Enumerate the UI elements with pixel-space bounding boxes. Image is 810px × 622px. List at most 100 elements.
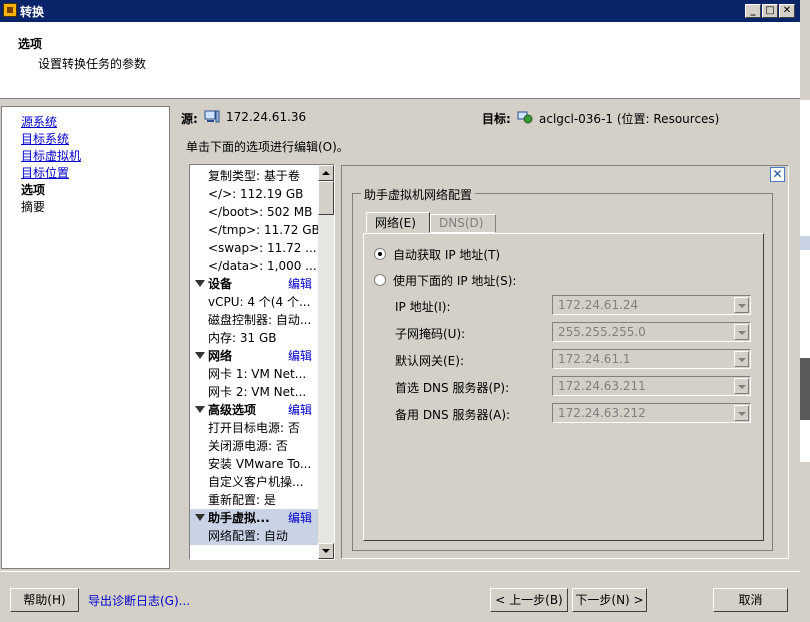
tree-item[interactable]: 内存: 31 GB: [190, 329, 318, 347]
tree-scrollbar[interactable]: [318, 165, 334, 559]
tree-item-label: 打开目标电源: 否: [208, 421, 300, 435]
group-title: 助手虚拟机网络配置: [361, 186, 476, 203]
collapse-triangle-icon[interactable]: [195, 352, 205, 359]
tree-section[interactable]: 设备 编辑: [190, 275, 318, 293]
tree-item-label: 自定义客户机操...: [208, 475, 304, 489]
chevron-down-icon[interactable]: [734, 324, 749, 340]
target-info: 目标: aclgcl-036-1 (位置: Resources): [482, 110, 719, 127]
tree-section-label: 助手虚拟...: [208, 511, 270, 525]
tree-item[interactable]: </data>: 1,000 ...: [190, 257, 318, 275]
tree-item-label: 安装 VMware To...: [208, 457, 312, 471]
app-icon: [3, 3, 17, 17]
tree-item-label: 内存: 31 GB: [208, 331, 277, 345]
target-value: aclgcl-036-1 (位置: Resources): [539, 112, 720, 126]
edit-link[interactable]: 编辑: [288, 347, 312, 365]
source-info: 源: 172.24.61.36: [181, 110, 306, 127]
page-subtitle: 设置转换任务的参数: [38, 57, 147, 71]
nav-step-target-system[interactable]: 目标系统: [21, 130, 69, 147]
edit-link[interactable]: 编辑: [288, 275, 312, 293]
tree-item[interactable]: 网卡 2: VM Net...: [190, 383, 318, 401]
maximize-button[interactable]: □: [762, 4, 778, 18]
tab-network[interactable]: 网络(E): [366, 212, 430, 233]
title-bar: 转换 _ □ ✕: [0, 0, 800, 22]
tree-section[interactable]: 网络 编辑: [190, 347, 318, 365]
nav-step-target-location[interactable]: 目标位置: [21, 164, 69, 181]
default-gateway-label: 默认网关(E):: [395, 354, 464, 368]
page-title: 选项: [18, 37, 43, 51]
computer-icon: [204, 110, 220, 123]
edit-link[interactable]: 编辑: [288, 509, 312, 527]
tab-dns[interactable]: DNS(D): [430, 214, 496, 233]
next-button[interactable]: 下一步(N) >: [572, 588, 647, 612]
instruction-text: 单击下面的选项进行编辑(O)。: [186, 140, 349, 154]
tree-item[interactable]: </boot>: 502 MB: [190, 203, 318, 221]
vm-host-icon: [517, 111, 533, 124]
subnet-mask-field[interactable]: 255.255.255.0: [552, 322, 751, 342]
preferred-dns-value: 172.24.63.211: [558, 379, 646, 393]
tree-section[interactable]: 助手虚拟... 编辑: [190, 509, 318, 527]
collapse-triangle-icon[interactable]: [195, 406, 205, 413]
tree-section[interactable]: 高级选项 编辑: [190, 401, 318, 419]
source-label: 源:: [181, 112, 198, 126]
tree-item[interactable]: 打开目标电源: 否: [190, 419, 318, 437]
tree-section-label: 设备: [208, 277, 233, 291]
nav-step-target-vm[interactable]: 目标虚拟机: [21, 147, 81, 164]
wizard-header: 选项 设置转换任务的参数: [0, 22, 800, 99]
tree-item[interactable]: 网络配置: 自动: [190, 527, 318, 545]
radio-manual-ip[interactable]: [374, 274, 386, 286]
scroll-down-button[interactable]: [318, 543, 334, 559]
chevron-down-icon[interactable]: [734, 351, 749, 367]
tree-item[interactable]: 网卡 1: VM Net...: [190, 365, 318, 383]
alternate-dns-label: 备用 DNS 服务器(A):: [395, 408, 511, 422]
tree-item[interactable]: 安装 VMware To...: [190, 455, 318, 473]
minimize-button[interactable]: _: [745, 4, 761, 18]
tree-item[interactable]: </tmp>: 11.72 GB: [190, 221, 318, 239]
edit-link[interactable]: 编辑: [288, 401, 312, 419]
close-panel-icon[interactable]: ✕: [770, 167, 785, 182]
ip-address-field[interactable]: 172.24.61.24: [552, 295, 751, 315]
nav-step-source-system[interactable]: 源系统: [21, 113, 57, 130]
chevron-down-icon[interactable]: [734, 297, 749, 313]
radio-auto-ip[interactable]: [374, 248, 386, 260]
cancel-button[interactable]: 取消: [713, 588, 788, 612]
tree-item-label: 复制类型: 基于卷: [208, 169, 300, 183]
radio-manual-ip-label: 使用下面的 IP 地址(S):: [393, 274, 517, 288]
alternate-dns-field[interactable]: 172.24.63.212: [552, 403, 751, 423]
radio-auto-ip-label: 自动获取 IP 地址(T): [393, 248, 501, 262]
tree-item[interactable]: </>: 112.19 GB: [190, 185, 318, 203]
background-window-edge: [800, 0, 810, 622]
tree-item-label: <swap>: 11.72 ...: [208, 241, 317, 255]
target-label: 目标:: [482, 112, 511, 126]
back-button[interactable]: < 上一步(B): [490, 588, 568, 612]
default-gateway-field[interactable]: 172.24.61.1: [552, 349, 751, 369]
tree-item[interactable]: 磁盘控制器: 自动...: [190, 311, 318, 329]
wizard-steps-nav: 源系统 目标系统 目标虚拟机 目标位置 选项 摘要: [1, 106, 170, 569]
chevron-down-icon[interactable]: [734, 378, 749, 394]
source-address: 172.24.61.36: [226, 110, 307, 124]
export-diagnostic-logs-link[interactable]: 导出诊断日志(G)...: [88, 592, 190, 609]
tree-item-label: 磁盘控制器: 自动...: [208, 313, 312, 327]
close-button[interactable]: ✕: [779, 4, 795, 18]
preferred-dns-field[interactable]: 172.24.63.211: [552, 376, 751, 396]
wizard-footer: 帮助(H) 导出诊断日志(G)... < 上一步(B) 下一步(N) > 取消: [0, 571, 800, 622]
tree-item[interactable]: 自定义客户机操...: [190, 473, 318, 491]
conversion-window: 转换 _ □ ✕ 选项 设置转换任务的参数 源系统 目标系统 目标虚拟机 目标位…: [0, 0, 800, 622]
tree-item[interactable]: 关闭源电源: 否: [190, 437, 318, 455]
tree-item-label: 网络配置: 自动: [208, 529, 288, 543]
chevron-down-icon[interactable]: [734, 405, 749, 421]
tree-item[interactable]: 重新配置: 是: [190, 491, 318, 509]
nav-step-options: 选项: [21, 183, 46, 197]
tree-item[interactable]: 复制类型: 基于卷: [190, 167, 318, 185]
scroll-up-button[interactable]: [318, 165, 334, 181]
tree-item[interactable]: <swap>: 11.72 ...: [190, 239, 318, 257]
alternate-dns-value: 172.24.63.212: [558, 406, 646, 420]
collapse-triangle-icon[interactable]: [195, 514, 205, 521]
nav-step-summary: 摘要: [21, 200, 46, 214]
collapse-triangle-icon[interactable]: [195, 280, 205, 287]
tree-item[interactable]: vCPU: 4 个(4 个...: [190, 293, 318, 311]
help-button[interactable]: 帮助(H): [10, 588, 79, 612]
subnet-mask-label: 子网掩码(U):: [395, 327, 466, 341]
tree-item-label: 关闭源电源: 否: [208, 439, 288, 453]
tree-item-label: </>: 112.19 GB: [208, 187, 304, 201]
scroll-thumb[interactable]: [318, 181, 334, 215]
